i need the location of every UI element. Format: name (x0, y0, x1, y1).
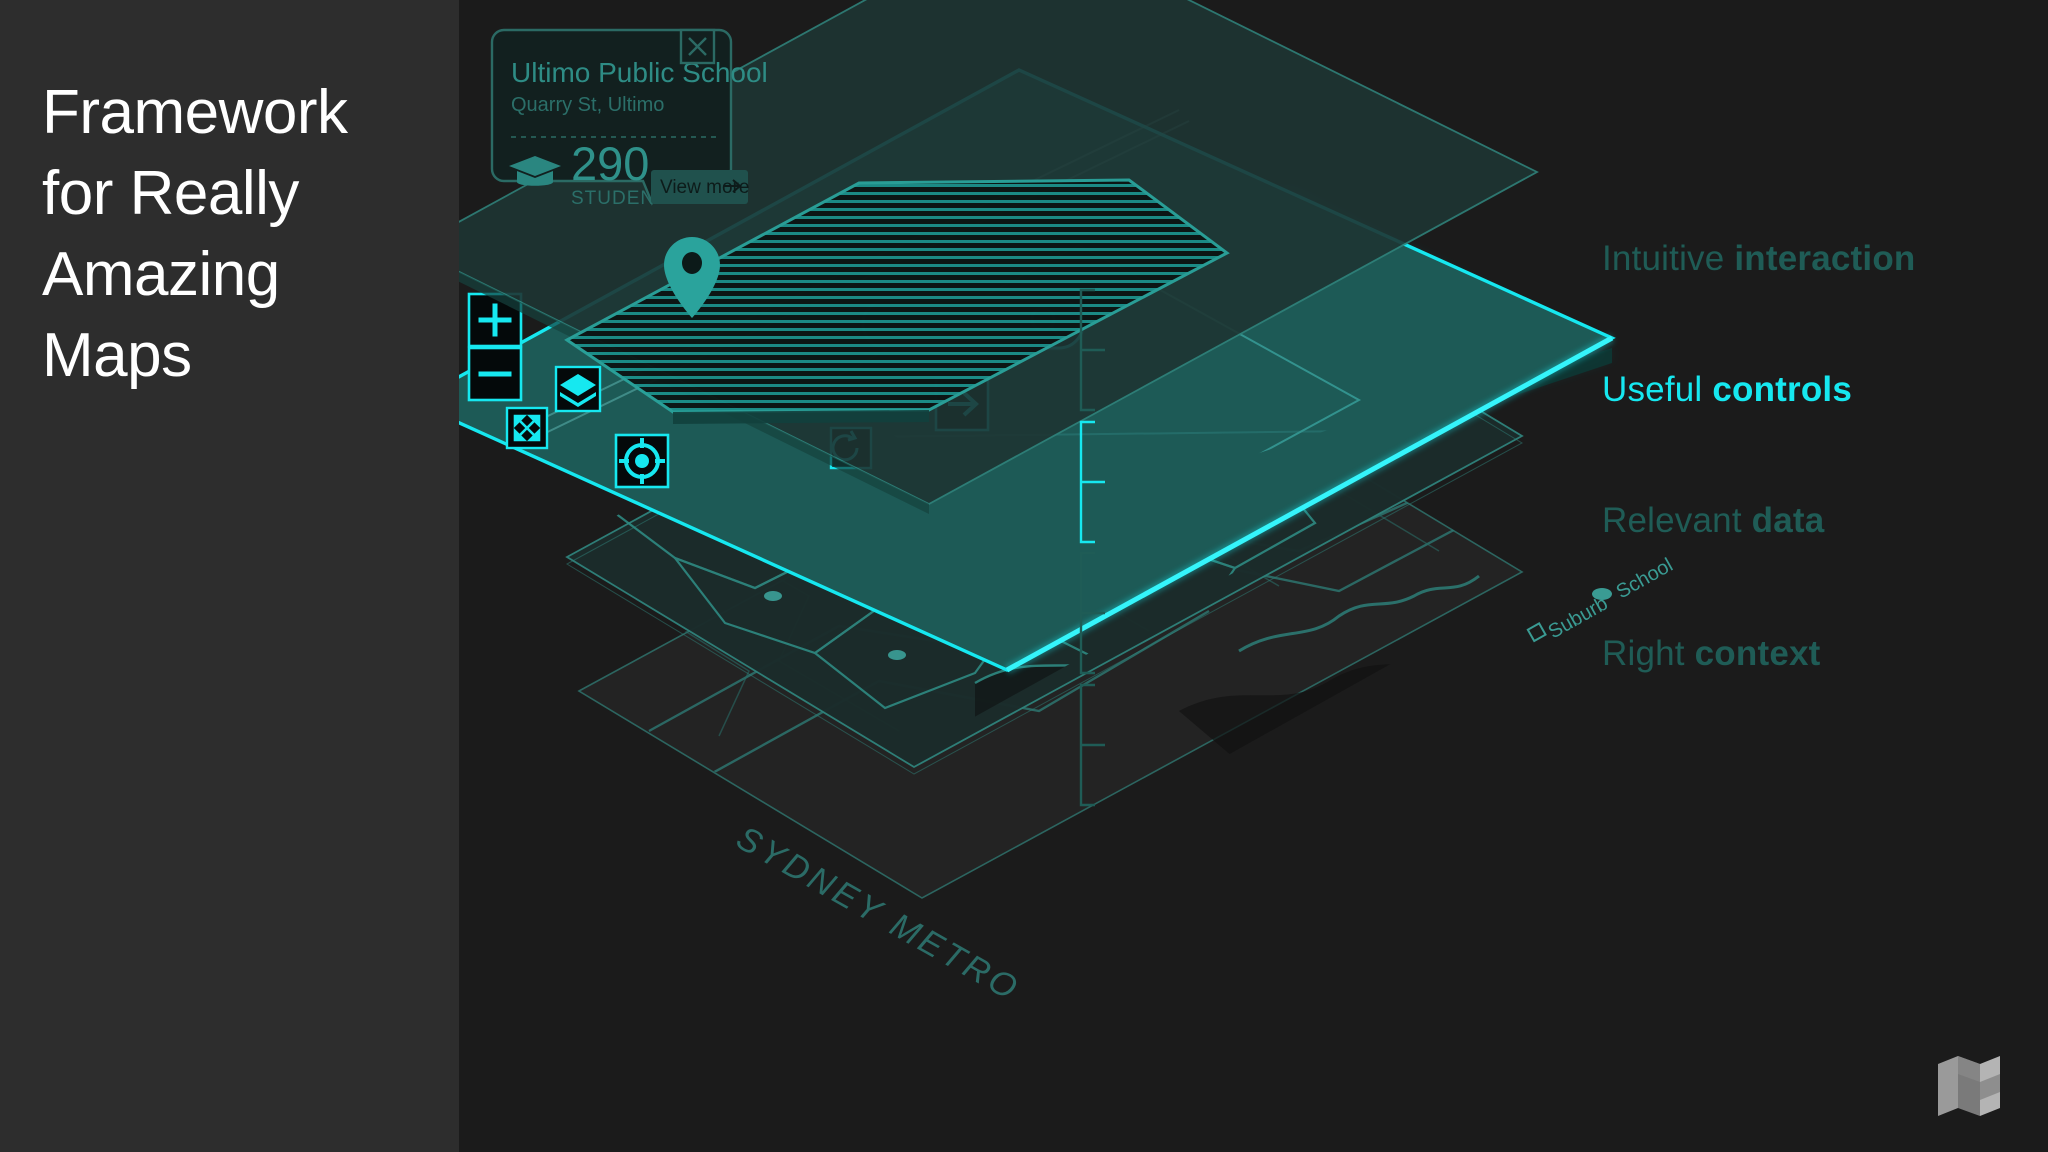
info-card[interactable]: Ultimo Public School Quarry St, Ultimo 2… (490, 28, 768, 209)
feature-shadow (673, 410, 929, 424)
label-plain: Intuitive (1602, 239, 1735, 278)
view-more-button[interactable]: View more (651, 170, 749, 204)
label-useful-controls[interactable]: Useful controls (1602, 370, 1852, 410)
info-card-stat-value: 290 (571, 137, 649, 190)
slide-canvas: Framework for Really Amazing Maps SYDNEY… (0, 0, 2048, 1152)
brand-logo (1938, 1056, 2000, 1116)
fullscreen-button[interactable] (505, 406, 549, 450)
suburb-marker-icon (1526, 621, 1547, 643)
view-more-label: View more (660, 177, 749, 198)
label-bold: controls (1712, 370, 1853, 409)
school-label: School (1613, 554, 1677, 603)
left-panel: Framework for Really Amazing Maps (0, 0, 459, 1152)
label-bold: data (1751, 501, 1825, 540)
label-relevant-data[interactable]: Relevant data (1602, 501, 1824, 541)
label-right-context[interactable]: Right context (1602, 634, 1821, 674)
page-title: Framework for Really Amazing Maps (42, 78, 348, 390)
layers-button[interactable] (554, 365, 602, 413)
isometric-map-illustration: SYDNEY METRO Suburb School Ultimo Public… (459, 0, 1677, 1009)
info-card-address: Quarry St, Ultimo (511, 94, 664, 116)
label-bold: context (1694, 634, 1821, 673)
label-plain: Right (1602, 634, 1695, 673)
info-card-title: Ultimo Public School (511, 57, 768, 88)
label-plain: Useful (1602, 370, 1713, 409)
school-marker-icon (1592, 588, 1612, 600)
zoom-out-button[interactable] (467, 346, 523, 402)
locate-button[interactable] (614, 433, 670, 489)
close-button[interactable] (679, 28, 716, 65)
label-bold: interaction (1734, 239, 1916, 278)
data-legend: Suburb School (1526, 554, 1677, 643)
label-plain: Relevant (1602, 501, 1752, 540)
label-intuitive-interaction[interactable]: Intuitive interaction (1602, 239, 1915, 279)
